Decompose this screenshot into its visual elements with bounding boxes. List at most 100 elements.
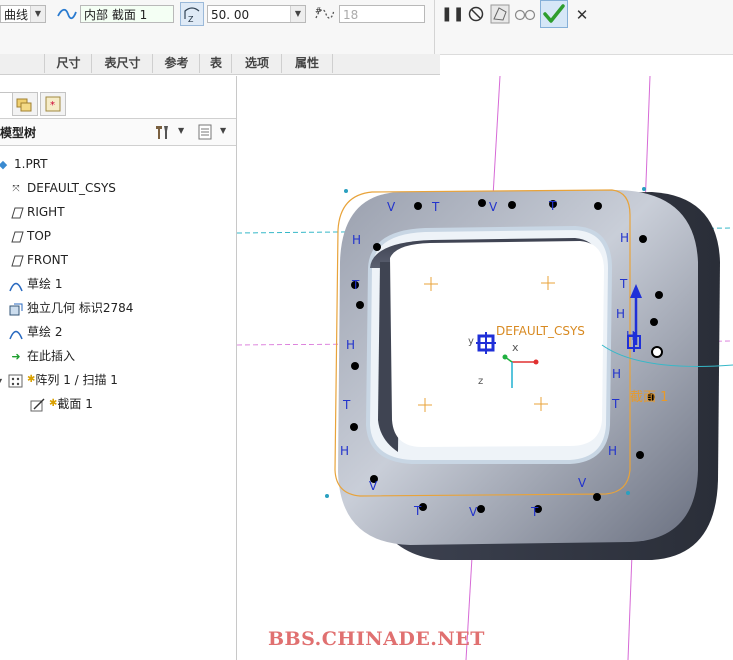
- chevron-down-icon[interactable]: ▼: [220, 126, 226, 135]
- tree-item-sketch-2[interactable]: 草绘 2: [8, 321, 62, 343]
- pattern-count-input[interactable]: 18: [339, 5, 425, 23]
- tree-item-label: RIGHT: [27, 205, 65, 219]
- pattern-count-icon[interactable]: #: [314, 4, 336, 24]
- tab-favorites[interactable]: *: [40, 92, 66, 116]
- datum-plane-icon: [11, 207, 24, 218]
- axis-z-label: z: [478, 376, 483, 387]
- ok-button[interactable]: [540, 0, 568, 28]
- svg-text:T: T: [530, 505, 539, 519]
- csys-marker: [476, 332, 496, 354]
- svg-text:V: V: [489, 200, 498, 214]
- verify-preview-icon[interactable]: [514, 6, 536, 22]
- tab-dimensions[interactable]: 尺寸: [44, 54, 92, 73]
- model-tree-header: 模型树 ▼ ▼: [0, 118, 236, 146]
- watermark-text: BBS.CHINADE.NET: [268, 628, 485, 650]
- csys-icon: ⤧: [12, 183, 20, 194]
- svg-text:T: T: [342, 398, 351, 412]
- tab-options[interactable]: 选项: [231, 54, 282, 73]
- svg-text:H: H: [616, 307, 625, 321]
- csys-label: DEFAULT_CSYS: [496, 324, 585, 338]
- dashboard-toolbar: 曲线 ▼ 内部 截面 1 Z 50. 00 ▼ # 18 ❚❚ ✕: [0, 0, 733, 55]
- tree-item-part[interactable]: ◆ 1.PRT: [0, 153, 47, 175]
- svg-text:H: H: [608, 444, 617, 458]
- tree-item-label: 草绘 2: [27, 325, 63, 339]
- tree-item-front[interactable]: FRONT: [8, 249, 68, 271]
- svg-text:H: H: [612, 367, 621, 381]
- section-icon: [30, 398, 45, 411]
- svg-text:T: T: [548, 199, 557, 213]
- svg-text:*: *: [50, 100, 55, 111]
- svg-text:H: H: [340, 444, 349, 458]
- chevron-down-icon: ▼: [30, 6, 45, 22]
- independent-geometry-icon: [9, 303, 23, 315]
- vertex-marker: [642, 187, 646, 191]
- value-input[interactable]: 50. 00 ▼: [207, 5, 306, 23]
- mesh-preview-icon[interactable]: [490, 4, 510, 24]
- model-tree-title: 模型树: [0, 126, 37, 140]
- axis-x-label: x: [512, 341, 519, 354]
- pause-icon[interactable]: ❚❚: [441, 3, 464, 25]
- settings-list-icon[interactable]: [196, 123, 214, 141]
- tree-item-label: 1.PRT: [14, 157, 48, 171]
- inner-floor: [390, 241, 604, 447]
- tree-item-insert-here[interactable]: ➜ 在此插入: [8, 345, 75, 367]
- value-input-text: 50. 00: [211, 8, 250, 22]
- expand-arrow-icon[interactable]: ▼: [0, 377, 2, 386]
- folder-icon: [16, 98, 32, 112]
- tree-item-label: 截面 1: [57, 397, 93, 411]
- svg-text:T: T: [611, 397, 620, 411]
- tools-icon[interactable]: [153, 123, 171, 141]
- insert-arrow-icon: ➜: [11, 349, 21, 363]
- pattern-count-value: 18: [343, 8, 359, 22]
- svg-text:T: T: [619, 277, 628, 291]
- tab-folder-browser[interactable]: [12, 92, 38, 116]
- datum-plane-icon: [11, 231, 24, 242]
- svg-text:V: V: [387, 200, 396, 214]
- svg-text:H: H: [352, 233, 361, 247]
- tab-references[interactable]: 参考: [152, 54, 200, 73]
- pattern-icon: [8, 374, 23, 387]
- tree-item-csys[interactable]: ⤧ DEFAULT_CSYS: [8, 177, 116, 199]
- svg-text:T: T: [431, 200, 440, 214]
- svg-text:#: #: [315, 6, 322, 15]
- tree-item-top[interactable]: TOP: [8, 225, 51, 247]
- tree-item-label: 草绘 1: [27, 277, 63, 291]
- chevron-down-icon[interactable]: ▼: [178, 126, 184, 135]
- sketch-icon: [9, 330, 23, 339]
- tab-properties[interactable]: 属性: [281, 54, 333, 73]
- toolbar-divider: [434, 0, 435, 54]
- svg-text:Z: Z: [188, 15, 194, 24]
- tree-item-right[interactable]: RIGHT: [8, 201, 65, 223]
- tree-item-sketch-1[interactable]: 草绘 1: [8, 273, 62, 295]
- section-select[interactable]: 内部 截面 1: [80, 5, 174, 23]
- tree-item-label: TOP: [27, 229, 52, 243]
- tab-table[interactable]: 表: [199, 54, 232, 73]
- svg-text:T: T: [413, 504, 422, 518]
- dimension-toggle-button[interactable]: Z: [180, 2, 204, 26]
- section-trajectory-icon[interactable]: [57, 6, 77, 22]
- svg-text:T: T: [351, 278, 360, 292]
- svg-text:H: H: [620, 231, 629, 245]
- no-preview-icon[interactable]: [467, 5, 485, 23]
- chevron-down-icon: ▼: [290, 6, 305, 22]
- tab-table-dimensions[interactable]: 表尺寸: [91, 54, 153, 73]
- curve-type-value: 曲线: [4, 8, 29, 22]
- tree-item-independent-geometry[interactable]: 独立几何 标识2784: [8, 297, 133, 319]
- model-tree-panel: * 模型树 ▼ ▼ ◆ 1.PRT ⤧ DEFAULT_CSYS RIGHT TOP…: [0, 76, 237, 660]
- vertex-marker: [626, 491, 630, 495]
- section-label: 截面 1: [630, 390, 668, 405]
- svg-text:H: H: [346, 338, 355, 352]
- tree-item-label: 在此插入: [27, 349, 76, 363]
- close-icon[interactable]: ✕: [571, 4, 593, 26]
- start-point-marker: [651, 346, 663, 358]
- vertex-marker: [344, 189, 348, 193]
- graphics-window[interactable]: V T V T H H T H H T H H T H V T V T V T …: [237, 76, 733, 660]
- curve-type-select[interactable]: 曲线 ▼: [0, 5, 46, 23]
- tree-item-section[interactable]: ✱截面 1: [30, 393, 93, 415]
- tree-item-label: 阵列 1 / 扫描 1: [35, 373, 118, 387]
- svg-text:V: V: [578, 476, 587, 490]
- datum-plane-icon: [11, 255, 24, 266]
- svg-text:V: V: [369, 479, 378, 493]
- tree-item-label: 独立几何 标识2784: [27, 301, 134, 315]
- tree-item-pattern[interactable]: ▼ ✱阵列 1 / 扫描 1: [0, 369, 118, 391]
